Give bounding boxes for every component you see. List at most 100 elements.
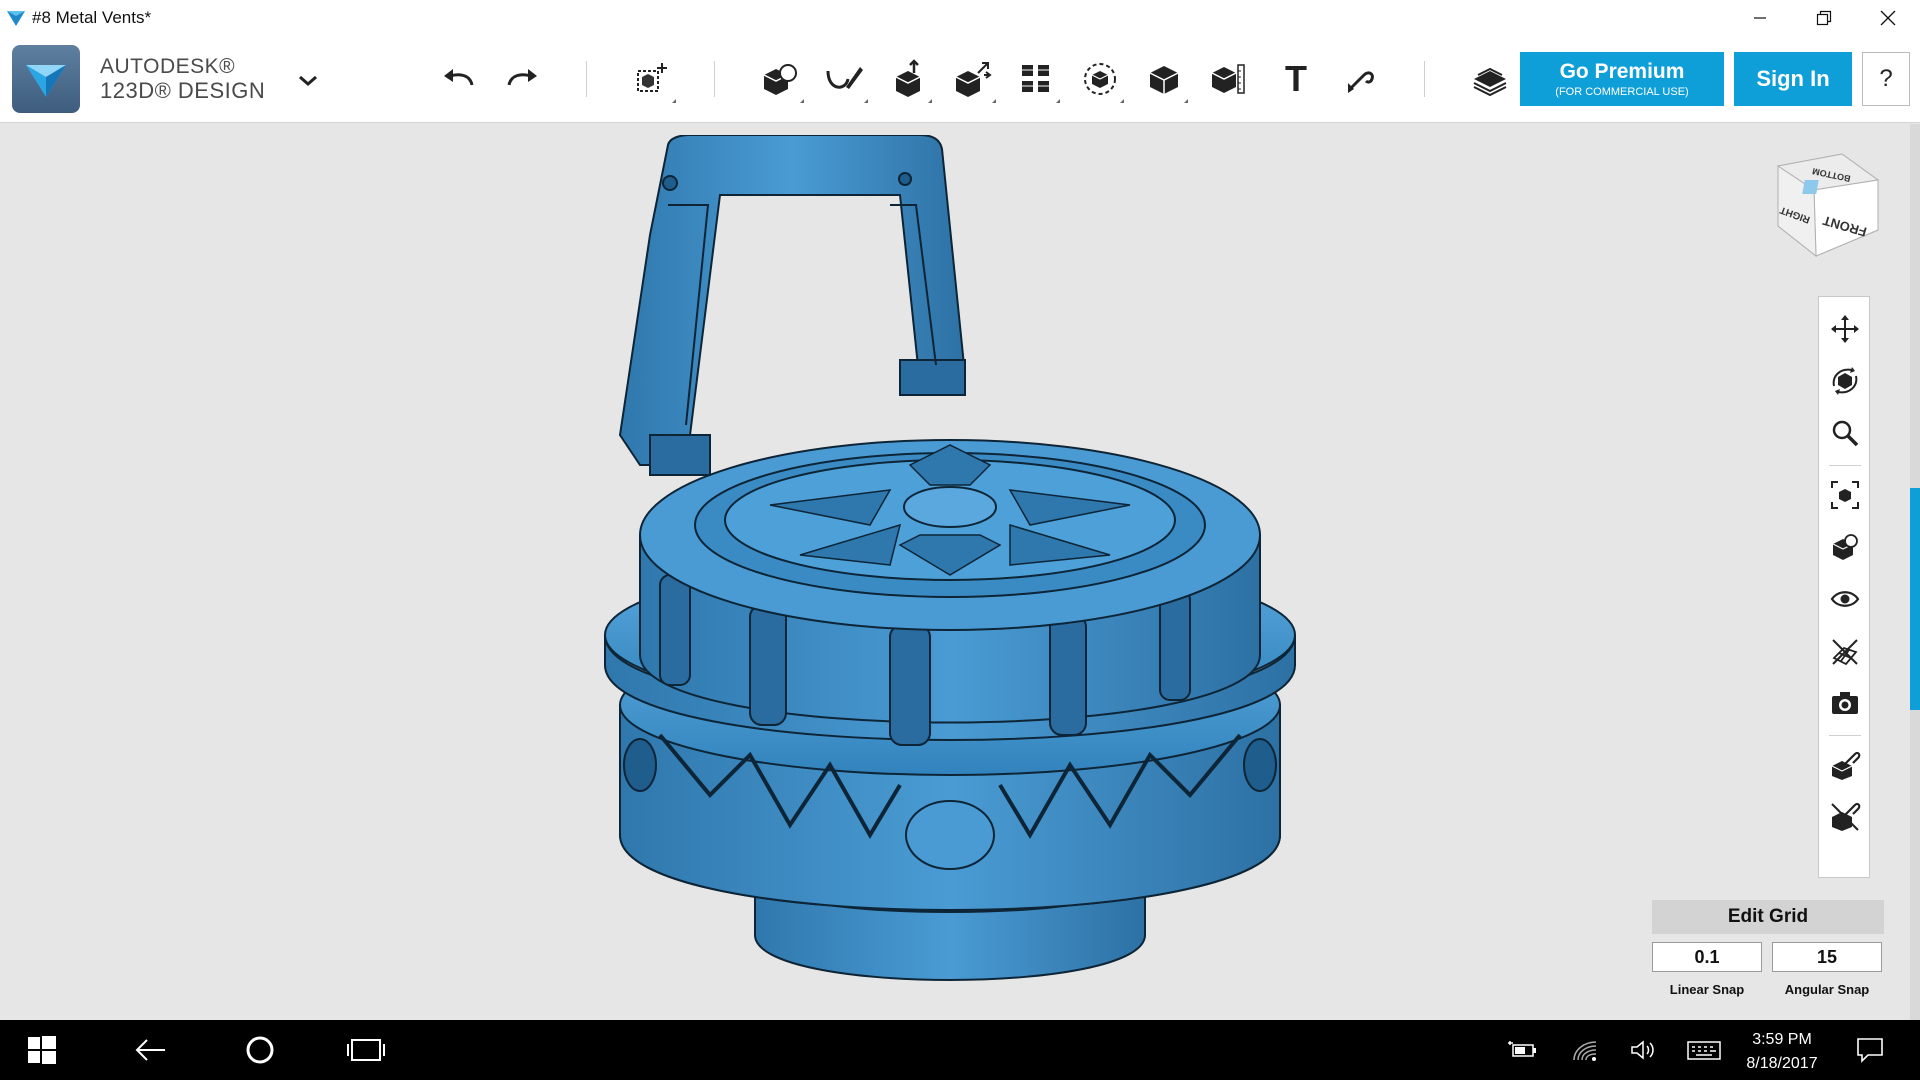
go-premium-sublabel: (FOR COMMERCIAL USE) [1555, 86, 1689, 98]
dropdown-corner [1184, 99, 1188, 103]
app-logo-tile[interactable] [12, 45, 80, 113]
nav-separator [1829, 465, 1861, 466]
orbit-button[interactable] [1827, 363, 1863, 399]
zoom-button[interactable] [1827, 415, 1863, 451]
transform-icon [637, 63, 667, 92]
navigation-bar [1818, 296, 1870, 878]
snap-toggle-button[interactable] [1827, 747, 1863, 783]
material-icon [1831, 802, 1861, 831]
fit-icon [1831, 481, 1859, 509]
construct-icon [895, 59, 921, 97]
back-button[interactable] [128, 1030, 172, 1070]
side-panel-scrollbar[interactable] [1910, 124, 1920, 1020]
pan-icon [1831, 315, 1859, 343]
angular-snap-label: Angular Snap [1784, 982, 1870, 997]
transform-button[interactable] [624, 51, 680, 107]
main-menu-button[interactable] [292, 65, 324, 97]
system-clock[interactable]: 3:59 PM 8/18/2017 [1732, 1028, 1832, 1076]
go-premium-button[interactable]: Go Premium (FOR COMMERCIAL USE) [1520, 52, 1724, 106]
snap-icon [1348, 71, 1374, 93]
toolbar-separator [1424, 61, 1425, 97]
close-icon [1880, 10, 1896, 25]
keyboard-icon [1687, 1041, 1721, 1060]
construct-button[interactable] [880, 51, 936, 107]
chevron-down-icon [299, 75, 317, 86]
autodesk-logo-icon [26, 65, 66, 97]
redo-button[interactable] [494, 51, 550, 107]
linear-snap-input[interactable]: 0.1 [1652, 942, 1762, 972]
materials-button[interactable] [1462, 51, 1518, 107]
nav-separator [1829, 735, 1861, 736]
pattern-button[interactable] [1008, 51, 1064, 107]
clock-date: 8/18/2017 [1746, 1055, 1818, 1072]
toolbar-separator [586, 61, 587, 97]
zoom-icon [1832, 420, 1859, 447]
edit-grid-button[interactable]: Edit Grid [1652, 900, 1884, 934]
angular-snap-input[interactable]: 15 [1772, 942, 1882, 972]
window-title: #8 Metal Vents* [32, 7, 152, 27]
primitives-button[interactable] [752, 51, 808, 107]
pattern-icon [1022, 65, 1049, 92]
grid-toggle-button[interactable] [1827, 633, 1863, 669]
material-toggle-button[interactable] [1827, 799, 1863, 835]
side-panel-toggle[interactable] [1906, 586, 1920, 616]
text-icon: T [1285, 58, 1307, 99]
view-cube[interactable]: FRONT RIGHT BOTTOM [1772, 150, 1884, 268]
snap-button[interactable] [1332, 51, 1388, 107]
window-controls [1728, 0, 1920, 35]
combine-button[interactable] [1136, 51, 1192, 107]
notification-icon [1857, 1038, 1883, 1063]
pan-button[interactable] [1827, 311, 1863, 347]
go-premium-label: Go Premium [1559, 60, 1685, 83]
speaker-icon [1631, 1040, 1654, 1060]
battery-icon [1508, 1041, 1536, 1057]
screenshot-button[interactable] [1827, 685, 1863, 721]
cortana-button[interactable] [238, 1030, 282, 1070]
restore-icon [1816, 10, 1832, 25]
dropdown-corner [1120, 99, 1124, 103]
sketch-button[interactable] [816, 51, 872, 107]
3d-model-metal-vent[interactable] [600, 135, 1300, 1015]
help-button[interactable]: ? [1862, 52, 1910, 106]
cortana-circle-icon [246, 1036, 274, 1064]
layers-icon [1473, 67, 1507, 97]
dropdown-corner [1056, 99, 1060, 103]
visibility-button[interactable] [1827, 581, 1863, 617]
action-center-button[interactable] [1850, 1030, 1890, 1070]
sign-in-button[interactable]: Sign In [1734, 52, 1852, 106]
minimize-icon [1754, 16, 1766, 19]
text-button[interactable]: T [1268, 51, 1324, 107]
group-button[interactable] [1072, 51, 1128, 107]
undo-button[interactable] [431, 51, 487, 107]
chevron-left-icon [1910, 594, 1917, 608]
measure-button[interactable] [1200, 51, 1256, 107]
close-window-button[interactable] [1856, 0, 1920, 35]
orbit-icon [1832, 367, 1858, 395]
undo-icon [444, 69, 474, 86]
dropdown-corner [928, 99, 932, 103]
battery-button[interactable] [1504, 1030, 1540, 1070]
app-toolbar: AUTODESK® 123D® DESIGN T Go Premium (FOR… [0, 35, 1920, 123]
volume-button[interactable] [1626, 1030, 1662, 1070]
wifi-icon [1573, 1041, 1597, 1061]
restore-button[interactable] [1792, 0, 1856, 35]
primitives-icon [763, 64, 797, 95]
toolbar-separator [714, 61, 715, 97]
start-button[interactable] [22, 1030, 62, 1070]
back-arrow-icon [135, 1039, 165, 1061]
brand-name: AUTODESK® 123D® DESIGN [100, 55, 265, 103]
minimize-button[interactable] [1728, 0, 1792, 35]
group-icon [1084, 63, 1116, 95]
grid-toggle-icon [1832, 639, 1858, 666]
task-view-button[interactable] [344, 1030, 388, 1070]
modify-button[interactable] [944, 51, 1000, 107]
dropdown-corner [672, 99, 676, 103]
network-button[interactable] [1568, 1030, 1604, 1070]
brand-line2: 123D® DESIGN [100, 78, 266, 103]
view-mode-button[interactable] [1827, 529, 1863, 565]
linear-snap-label: Linear Snap [1669, 982, 1745, 997]
sketch-icon [826, 67, 863, 89]
keyboard-button[interactable] [1684, 1030, 1724, 1070]
measure-icon [1211, 64, 1245, 94]
fit-button[interactable] [1827, 477, 1863, 513]
